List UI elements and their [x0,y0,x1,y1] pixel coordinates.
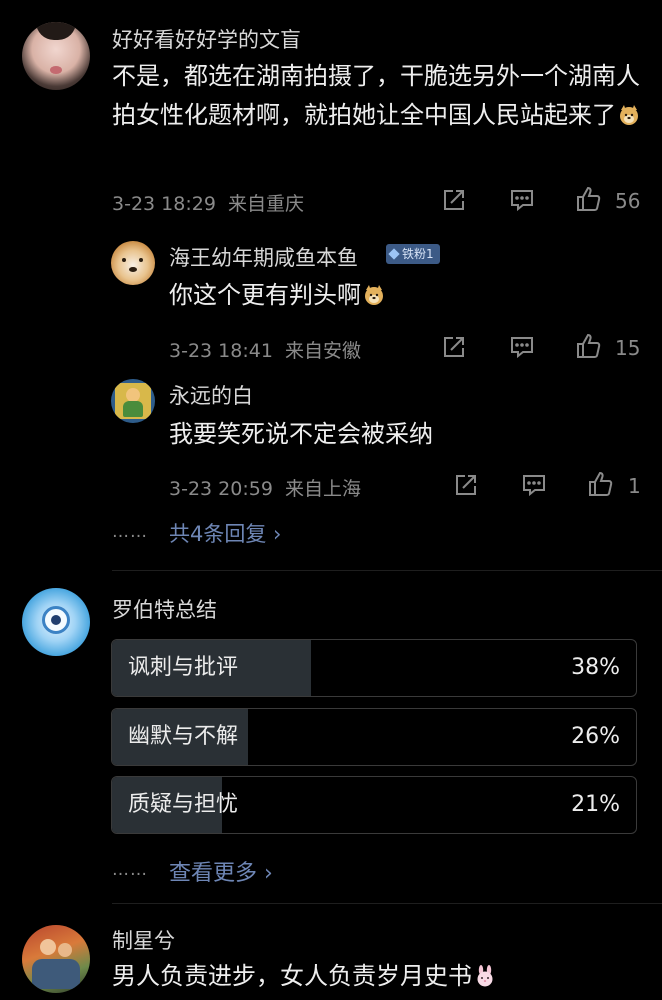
poll-option[interactable]: 质疑与担忧 21% [111,776,637,834]
fan-badge-label: 铁粉1 [402,247,434,261]
reply-text: 我要笑死说不定会被采纳 [169,415,639,454]
diamond-icon [388,248,400,260]
doge-emoji-icon [618,104,640,126]
avatar[interactable] [111,241,155,285]
like-count: 1 [628,474,641,498]
poll-option-percent: 38% [571,655,620,680]
reply-icon[interactable] [508,333,536,361]
like-icon[interactable] [575,332,603,360]
poll-option-percent: 21% [571,792,620,817]
reply-time: 3-23 18:41 [169,340,273,362]
comment-username[interactable]: 好好看好好学的文盲 [112,24,301,54]
reply-location: 来自上海 [285,478,362,500]
view-more-link[interactable]: 查看更多 › [169,855,273,887]
ellipsis-icon: …… [112,522,148,542]
reply-icon[interactable] [520,471,548,499]
reply-icon[interactable] [508,186,536,214]
comment-username[interactable]: 制星兮 [112,925,175,955]
comment-location: 来自重庆 [228,193,305,215]
comment-time: 3-23 18:29 [112,193,216,215]
share-icon[interactable] [452,471,480,499]
poll-option[interactable]: 讽刺与批评 38% [111,639,637,697]
avatar[interactable] [22,588,90,656]
like-icon[interactable] [587,470,615,498]
poll-option-label: 幽默与不解 [128,724,239,749]
reply-text-body: 你这个更有判头啊 [169,281,361,309]
avatar[interactable] [22,22,90,90]
like-count: 56 [615,189,641,213]
poll-option-percent: 26% [571,724,620,749]
rabbit-emoji-icon [474,965,496,987]
reply-text: 你这个更有判头啊 [169,276,639,315]
divider [112,903,662,904]
avatar[interactable] [111,379,155,423]
reply-timestamp: 3-23 18:41 来自安徽 [169,336,361,363]
share-icon[interactable] [440,186,468,214]
doge-emoji-icon [363,284,385,306]
reply-time: 3-23 20:59 [169,478,273,500]
like-icon[interactable] [575,185,603,213]
fan-badge: 铁粉1 [386,244,440,264]
comment-text-body: 男人负责进步，女人负责岁月史书 [112,962,472,990]
poll-option[interactable]: 幽默与不解 26% [111,708,637,766]
share-icon[interactable] [440,333,468,361]
comment-text: 不是，都选在湖南拍摄了，干脆选另外一个湖南人拍女性化题材啊，就拍她让全中国人民站… [112,57,642,135]
ellipsis-icon: …… [112,860,148,880]
comment-timestamp: 3-23 18:29 来自重庆 [112,189,304,216]
reply-text-body: 我要笑死说不定会被采纳 [169,420,433,448]
reply-timestamp: 3-23 20:59 来自上海 [169,474,361,501]
divider [112,570,662,571]
comment-text-body: 不是，都选在湖南拍摄了，干脆选另外一个湖南人拍女性化题材啊，就拍她让全中国人民站… [112,62,640,129]
more-replies-link[interactable]: 共4条回复 › [169,518,281,548]
poll-username[interactable]: 罗伯特总结 [112,594,217,624]
reply-username[interactable]: 海王幼年期咸鱼本鱼 [169,242,358,272]
avatar[interactable] [22,925,90,993]
comment-text: 男人负责进步，女人负责岁月史书 [112,957,642,996]
poll-option-label: 质疑与担忧 [128,792,239,817]
poll-option-label: 讽刺与批评 [128,655,239,680]
like-count: 15 [615,336,641,360]
reply-username[interactable]: 永远的白 [169,380,253,410]
reply-location: 来自安徽 [285,340,362,362]
